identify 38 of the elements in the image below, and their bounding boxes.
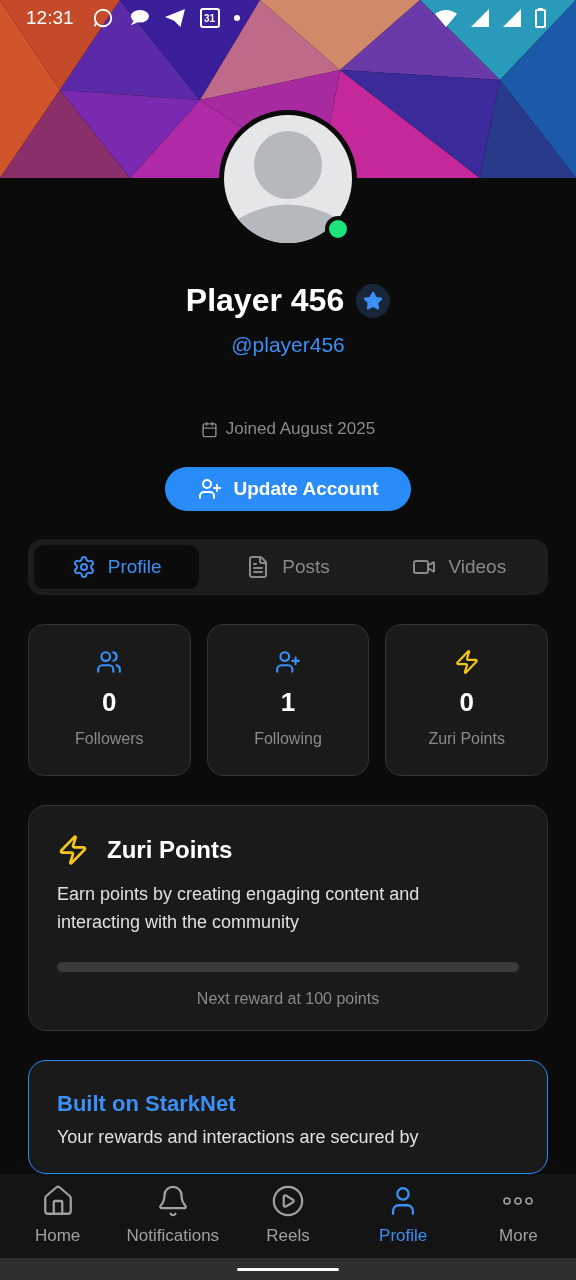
calendar-icon: [200, 420, 218, 438]
notification-dot: [233, 15, 240, 21]
stat-label: Zuri Points: [428, 730, 505, 748]
stat-value: 0: [102, 687, 117, 718]
paper-plane-icon: [163, 8, 186, 28]
profile-tab[interactable]: Posts: [205, 544, 371, 589]
profile-name: Player 456: [185, 282, 345, 319]
nav-item[interactable]: Profile: [345, 1174, 461, 1258]
join-date: Joined August 2025: [225, 419, 376, 439]
stat-value: 0: [459, 687, 474, 718]
update-account-button[interactable]: Update Account: [165, 467, 411, 511]
card-title: Zuri Points: [107, 836, 233, 864]
chat-bubble-icon: [91, 7, 114, 29]
profile-tab[interactable]: Videos: [376, 544, 542, 589]
next-reward-text: Next reward at 100 points: [196, 990, 380, 1007]
profile-handle: @player456: [231, 333, 345, 357]
signal-icon: [471, 9, 489, 27]
add-person-icon: [197, 476, 222, 501]
profile-tab[interactable]: Profile: [34, 544, 200, 589]
battery-icon: [535, 8, 546, 28]
card-title: Built on StarkNet: [57, 1091, 237, 1117]
stat-label: Following: [254, 730, 322, 748]
wifi-icon: [435, 9, 457, 27]
lightning-icon: [57, 834, 89, 866]
calendar-icon: 31: [199, 8, 220, 28]
nav-item[interactable]: Reels: [230, 1174, 346, 1258]
stat-value: 1: [280, 687, 296, 718]
gear-icon: [71, 554, 96, 579]
card-description: Your rewards and interactions are secured by: [57, 1126, 420, 1149]
card-description: Earn points by creating engaging content and interacting with the community: [57, 883, 421, 934]
signal-icon: [503, 9, 521, 27]
nav-item[interactable]: Home: [0, 1174, 116, 1258]
stat-label: Followers: [75, 730, 144, 748]
nav-item[interactable]: Notifications: [115, 1174, 231, 1258]
nav-item[interactable]: More: [460, 1174, 576, 1258]
play-icon: [271, 1184, 305, 1218]
more-icon: [503, 1197, 534, 1205]
status-time: 12:31: [26, 7, 74, 29]
